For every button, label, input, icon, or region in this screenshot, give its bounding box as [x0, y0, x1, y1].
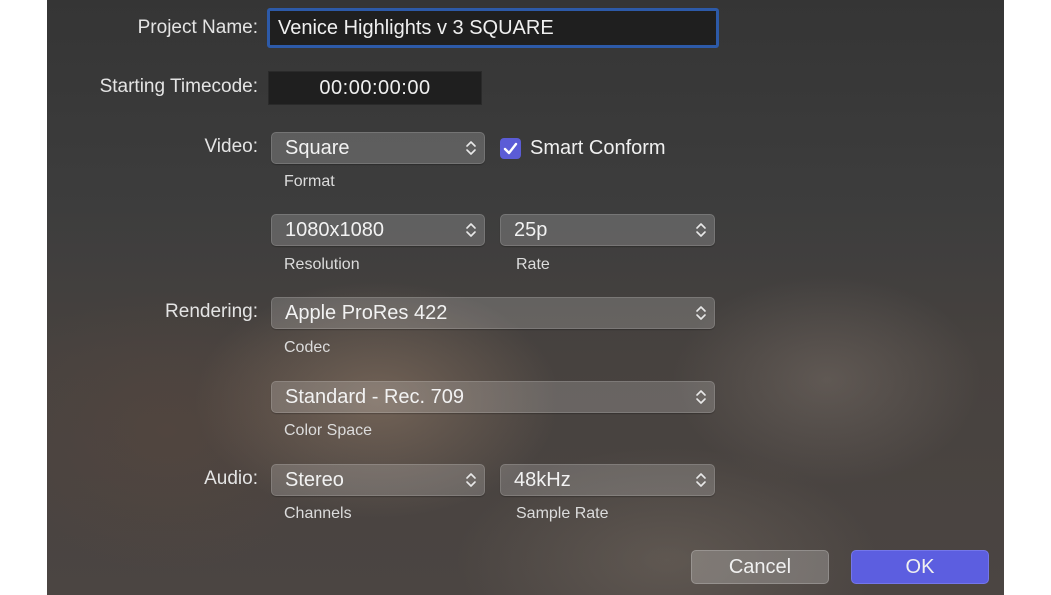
codec-popup[interactable]: Apple ProRes 422	[271, 297, 715, 329]
channels-popup[interactable]: Stereo	[271, 464, 485, 496]
resolution-value: 1080x1080	[285, 219, 384, 241]
channels-caption: Channels	[284, 505, 352, 522]
chevron-up-down-icon	[696, 306, 706, 320]
chevron-up-down-icon	[466, 223, 476, 237]
project-settings-dialog: Project Name: Venice Highlights v 3 SQUA…	[47, 0, 1004, 595]
format-popup[interactable]: Square	[271, 132, 485, 164]
format-caption: Format	[284, 173, 335, 190]
chevron-up-down-icon	[466, 141, 476, 155]
ok-button[interactable]: OK	[851, 550, 989, 584]
color-space-popup[interactable]: Standard - Rec. 709	[271, 381, 715, 413]
rate-popup[interactable]: 25p	[500, 214, 715, 246]
sample-rate-value: 48kHz	[514, 469, 571, 491]
format-value: Square	[285, 137, 350, 159]
channels-value: Stereo	[285, 469, 344, 491]
checkmark-icon	[503, 142, 518, 155]
rate-caption: Rate	[516, 256, 550, 273]
starting-timecode-label: Starting Timecode:	[99, 76, 258, 97]
codec-caption: Codec	[284, 339, 331, 356]
audio-label: Audio:	[204, 468, 258, 489]
sample-rate-popup[interactable]: 48kHz	[500, 464, 715, 496]
rate-value: 25p	[514, 219, 548, 241]
resolution-popup[interactable]: 1080x1080	[271, 214, 485, 246]
sample-rate-caption: Sample Rate	[516, 505, 609, 522]
color-space-value: Standard - Rec. 709	[285, 386, 464, 408]
project-name-field[interactable]: Venice Highlights v 3 SQUARE	[267, 8, 719, 48]
codec-value: Apple ProRes 422	[285, 302, 448, 324]
chevron-up-down-icon	[466, 473, 476, 487]
cancel-button[interactable]: Cancel	[691, 550, 829, 584]
rendering-label: Rendering:	[165, 301, 258, 322]
chevron-up-down-icon	[696, 390, 706, 404]
resolution-caption: Resolution	[284, 256, 360, 273]
smart-conform-checkbox[interactable]	[500, 138, 521, 159]
starting-timecode-field[interactable]: 00:00:00:00	[268, 71, 482, 105]
smart-conform-label[interactable]: Smart Conform	[530, 137, 666, 160]
chevron-up-down-icon	[696, 223, 706, 237]
color-space-caption: Color Space	[284, 422, 373, 439]
video-label: Video:	[204, 136, 258, 157]
chevron-up-down-icon	[696, 473, 706, 487]
project-name-label: Project Name:	[137, 17, 258, 38]
